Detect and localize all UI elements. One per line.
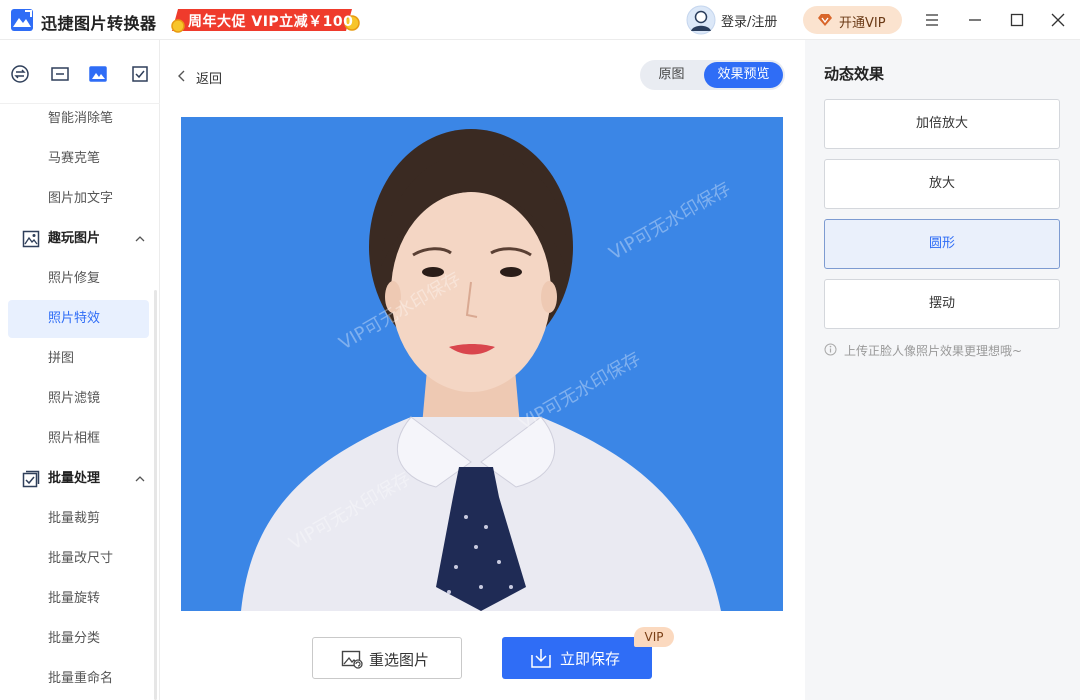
minimize-icon [969, 19, 981, 21]
sidebar-scrollbar[interactable] [154, 290, 157, 700]
vip-badge: VIP [634, 627, 674, 647]
title-bar: 迅捷图片转换器 周年大促 VIP立减￥100 登录/注册 开通VIP [0, 0, 1080, 40]
menu-item-photo-effects[interactable]: 照片特效 [8, 300, 149, 338]
fun-picture-icon [22, 230, 40, 248]
menu-item-photo-filter[interactable]: 照片滤镜 [8, 380, 149, 418]
vip-gem-icon [818, 14, 832, 26]
menu-item-photo-frame[interactable]: 照片相框 [8, 420, 149, 458]
image-reselect-icon [341, 650, 363, 669]
info-icon [824, 343, 837, 356]
chevron-up-icon [135, 476, 145, 482]
left-sidebar: 智能消除笔 马赛克笔 图片加文字 趣玩图片 照片修复 照片特效 拼图 照片滤镜 … [0, 40, 160, 700]
user-avatar-icon[interactable] [686, 5, 716, 35]
group-batch-label: 批量处理 [48, 471, 101, 486]
promo-banner[interactable]: 周年大促 VIP立减￥100 [170, 7, 360, 33]
batch-check-icon[interactable] [130, 64, 150, 84]
toggle-effect-preview[interactable]: 效果预览 [704, 62, 783, 88]
app-logo-icon [11, 9, 33, 31]
effect-double-zoom[interactable]: 加倍放大 [824, 99, 1060, 149]
maximize-button[interactable] [1004, 8, 1030, 32]
group-fun-label: 趣玩图片 [48, 231, 101, 246]
menu-item-batch-classify[interactable]: 批量分类 [8, 620, 149, 658]
download-icon [531, 649, 551, 668]
close-button[interactable] [1045, 8, 1071, 32]
picture-icon[interactable] [88, 64, 108, 84]
save-now-button[interactable]: 立即保存 [502, 637, 652, 679]
effect-zoom[interactable]: 放大 [824, 159, 1060, 209]
open-vip-button[interactable]: 开通VIP [803, 6, 902, 34]
menu-item-add-text[interactable]: 图片加文字 [8, 180, 149, 218]
save-now-label: 立即保存 [560, 650, 621, 668]
menu-item-collage[interactable]: 拼图 [8, 340, 149, 378]
chevron-up-icon [135, 236, 145, 242]
chevron-left-icon [178, 70, 185, 82]
toggle-original[interactable]: 原图 [640, 60, 703, 90]
hint-text: 上传正脸人像照片效果更理想哦~ [844, 344, 1023, 358]
menu-item-batch-rotate[interactable]: 批量旋转 [8, 580, 149, 618]
group-batch-processing[interactable]: 批量处理 [22, 460, 152, 498]
menu-item-batch-rename[interactable]: 批量重命名 [8, 660, 149, 698]
group-fun-pictures[interactable]: 趣玩图片 [22, 220, 152, 258]
preview-photo: VIP可无水印保存 VIP可无水印保存 VIP可无水印保存 VIP可无水印保存 [181, 117, 783, 611]
menu-item-smart-eraser[interactable]: 智能消除笔 [8, 100, 149, 138]
minimize-button[interactable] [962, 8, 988, 32]
effect-circle[interactable]: 圆形 [824, 219, 1060, 269]
menu-item-batch-resize[interactable]: 批量改尺寸 [8, 540, 149, 578]
right-panel: 动态效果 加倍放大 放大 圆形 摆动 上传正脸人像照片效果更理想哦~ [805, 40, 1080, 700]
effect-swing[interactable]: 摆动 [824, 279, 1060, 329]
back-label: 返回 [196, 72, 223, 87]
view-toggle: 原图 效果预览 [640, 60, 785, 90]
open-vip-label: 开通VIP [839, 16, 886, 31]
maximize-icon [1010, 13, 1024, 27]
hamburger-icon [926, 14, 938, 26]
close-icon [1051, 13, 1065, 27]
menu-item-mosaic-pen[interactable]: 马赛克笔 [8, 140, 149, 178]
batch-icon [22, 470, 40, 488]
reselect-image-label: 重选图片 [369, 651, 430, 669]
image-edit-icon[interactable] [50, 64, 70, 84]
menu-button[interactable] [919, 8, 945, 32]
menu-item-batch-crop[interactable]: 批量裁剪 [8, 500, 149, 538]
app-title: 迅捷图片转换器 [41, 14, 157, 33]
reselect-image-button[interactable]: 重选图片 [312, 637, 462, 679]
login-register-link[interactable]: 登录/注册 [721, 11, 777, 30]
promo-text: 周年大促 VIP立减￥100 [188, 14, 354, 30]
sidebar-tool-icons [0, 40, 160, 104]
convert-icon[interactable] [10, 64, 30, 84]
menu-item-photo-repair[interactable]: 照片修复 [8, 260, 149, 298]
dynamic-effects-title: 动态效果 [824, 65, 885, 83]
